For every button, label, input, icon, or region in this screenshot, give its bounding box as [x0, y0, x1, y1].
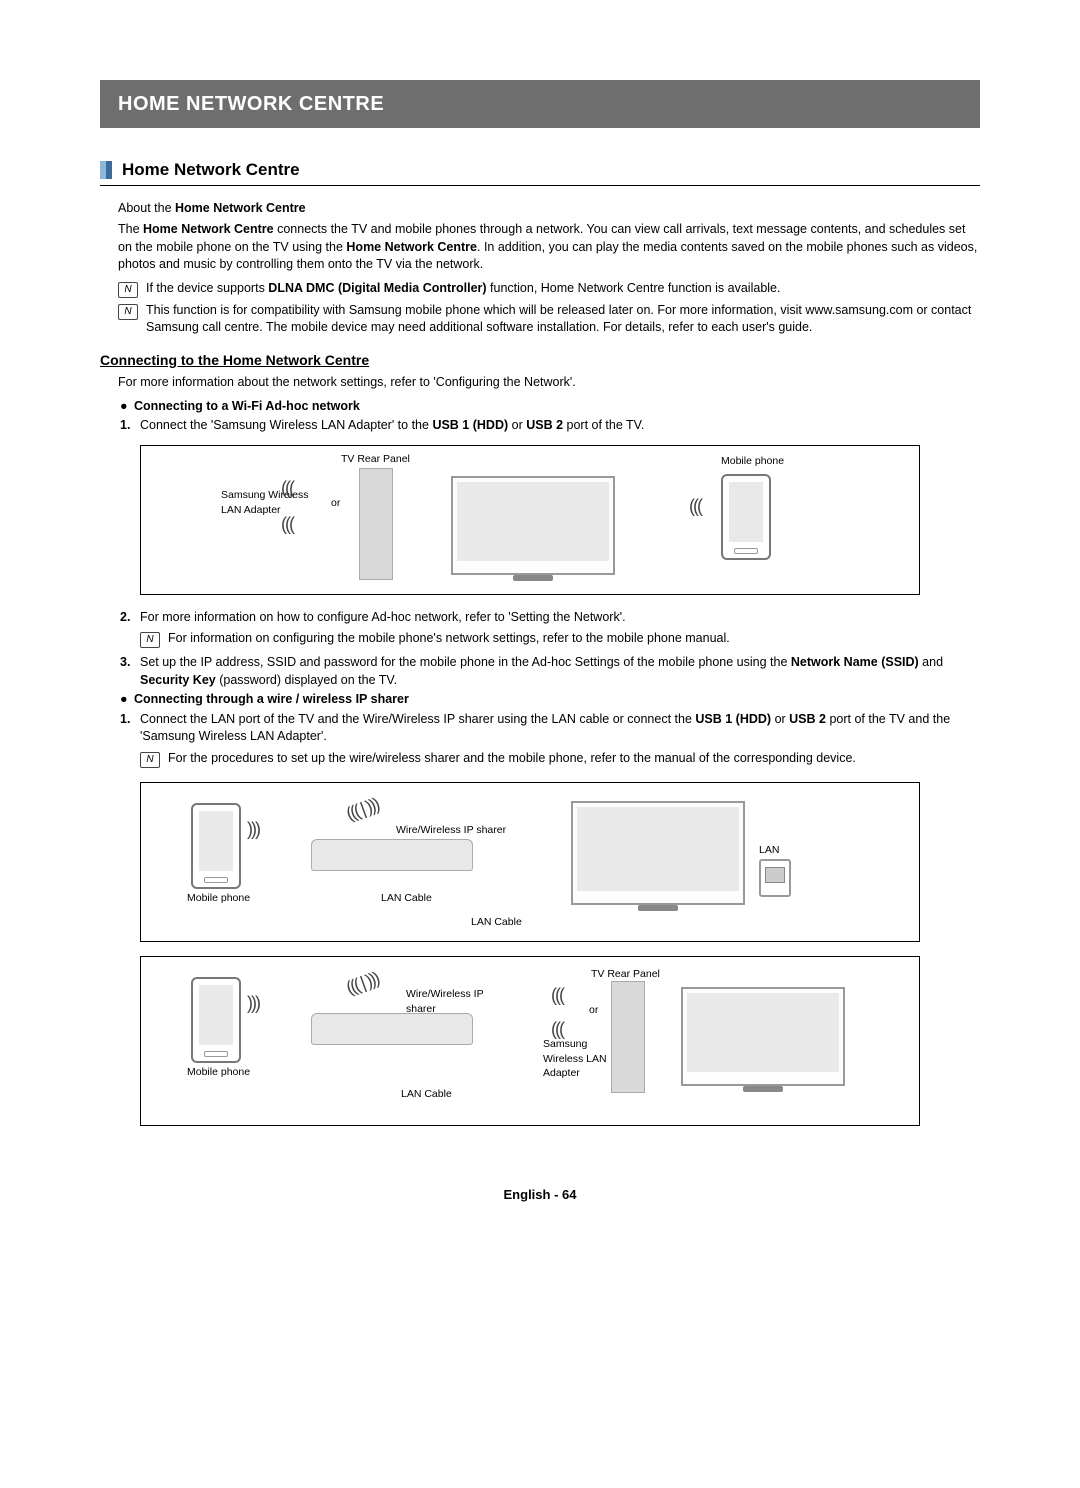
phone-icon: [191, 977, 241, 1063]
about-prefix: About the: [118, 201, 175, 215]
wireless-icon: (((: [281, 476, 293, 501]
tv-icon: [571, 801, 745, 905]
figure-wireless-sharer: ))) Mobile phone ((( | ))) Wire/Wireless…: [140, 956, 920, 1126]
intro-paragraph: The Home Network Centre connects the TV …: [118, 221, 980, 274]
step-1: 1. Connect the 'Samsung Wireless LAN Ada…: [120, 417, 980, 435]
figure-wired: ))) Mobile phone ((( | ))) Wire/Wireless…: [140, 782, 920, 942]
bullet-adhoc: ● Connecting to a Wi-Fi Ad-hoc network: [120, 398, 980, 416]
section-title: Home Network Centre: [100, 158, 980, 186]
about-line: About the Home Network Centre: [118, 200, 980, 218]
wireless-icon: ((( | ))): [343, 792, 382, 827]
tv-rear-panel-icon: [359, 468, 393, 580]
phone-icon: [191, 803, 241, 889]
figure-adhoc: TV Rear Panel Samsung Wireless LAN Adapt…: [140, 445, 920, 595]
step-3: 3. Set up the IP address, SSID and passw…: [120, 654, 980, 689]
sub-intro: For more information about the network s…: [118, 374, 980, 392]
label-lancable: LAN Cable: [401, 1087, 452, 1102]
step-ipsharer-1: 1. Connect the LAN port of the TV and th…: [120, 711, 980, 772]
wireless-icon: (((: [551, 983, 563, 1008]
note-icon: N: [118, 282, 138, 298]
lan-port-icon: [759, 859, 791, 897]
note-compat: N This function is for compatibility wit…: [118, 302, 980, 337]
step4-note: N For the procedures to set up the wire/…: [140, 750, 980, 768]
label-sharer: Wire/Wireless IP sharer: [406, 987, 506, 1016]
label-adapter: Samsung Wireless LAN Adapter: [543, 1037, 609, 1081]
wireless-icon: ))): [247, 817, 259, 842]
note-icon: N: [118, 304, 138, 320]
label-mobile: Mobile phone: [721, 454, 784, 469]
wireless-icon: ))): [247, 991, 259, 1016]
note-icon: N: [140, 632, 160, 648]
tv-rear-panel-icon: [611, 981, 645, 1093]
note-dlna: N If the device supports DLNA DMC (Digit…: [118, 280, 980, 298]
label-or: or: [331, 496, 340, 511]
label-or: or: [589, 1003, 598, 1018]
label-adapter: Samsung Wireless LAN Adapter: [221, 488, 311, 517]
label-lancable-2: LAN Cable: [471, 915, 522, 930]
router-icon: [311, 1013, 473, 1045]
tv-icon: [451, 476, 615, 575]
label-tv-rear: TV Rear Panel: [591, 967, 660, 982]
phone-icon: [721, 474, 771, 560]
page-footer: English - 64: [100, 1186, 980, 1204]
note-icon: N: [140, 752, 160, 768]
step-2: 2. For more information on how to config…: [120, 609, 980, 653]
label-lancable: LAN Cable: [381, 891, 432, 906]
bullet-ipsharer: ● Connecting through a wire / wireless I…: [120, 691, 980, 709]
tv-icon: [681, 987, 845, 1086]
wireless-icon: (((: [281, 512, 293, 537]
section-title-text: Home Network Centre: [122, 158, 300, 182]
label-mobile: Mobile phone: [187, 891, 250, 906]
label-mobile: Mobile phone: [187, 1065, 250, 1080]
label-tv-rear: TV Rear Panel: [341, 452, 410, 467]
label-lan: LAN: [759, 843, 779, 858]
section-mark-icon: [100, 161, 112, 179]
page-banner: HOME NETWORK CENTRE: [100, 80, 980, 128]
label-sharer: Wire/Wireless IP sharer: [396, 823, 536, 838]
about-bold: Home Network Centre: [175, 201, 306, 215]
wireless-icon: (((: [689, 494, 701, 519]
wireless-icon: ((( | ))): [343, 966, 382, 1001]
step2-note: N For information on configuring the mob…: [140, 630, 980, 648]
router-icon: [311, 839, 473, 871]
connecting-subhead: Connecting to the Home Network Centre: [100, 351, 980, 371]
